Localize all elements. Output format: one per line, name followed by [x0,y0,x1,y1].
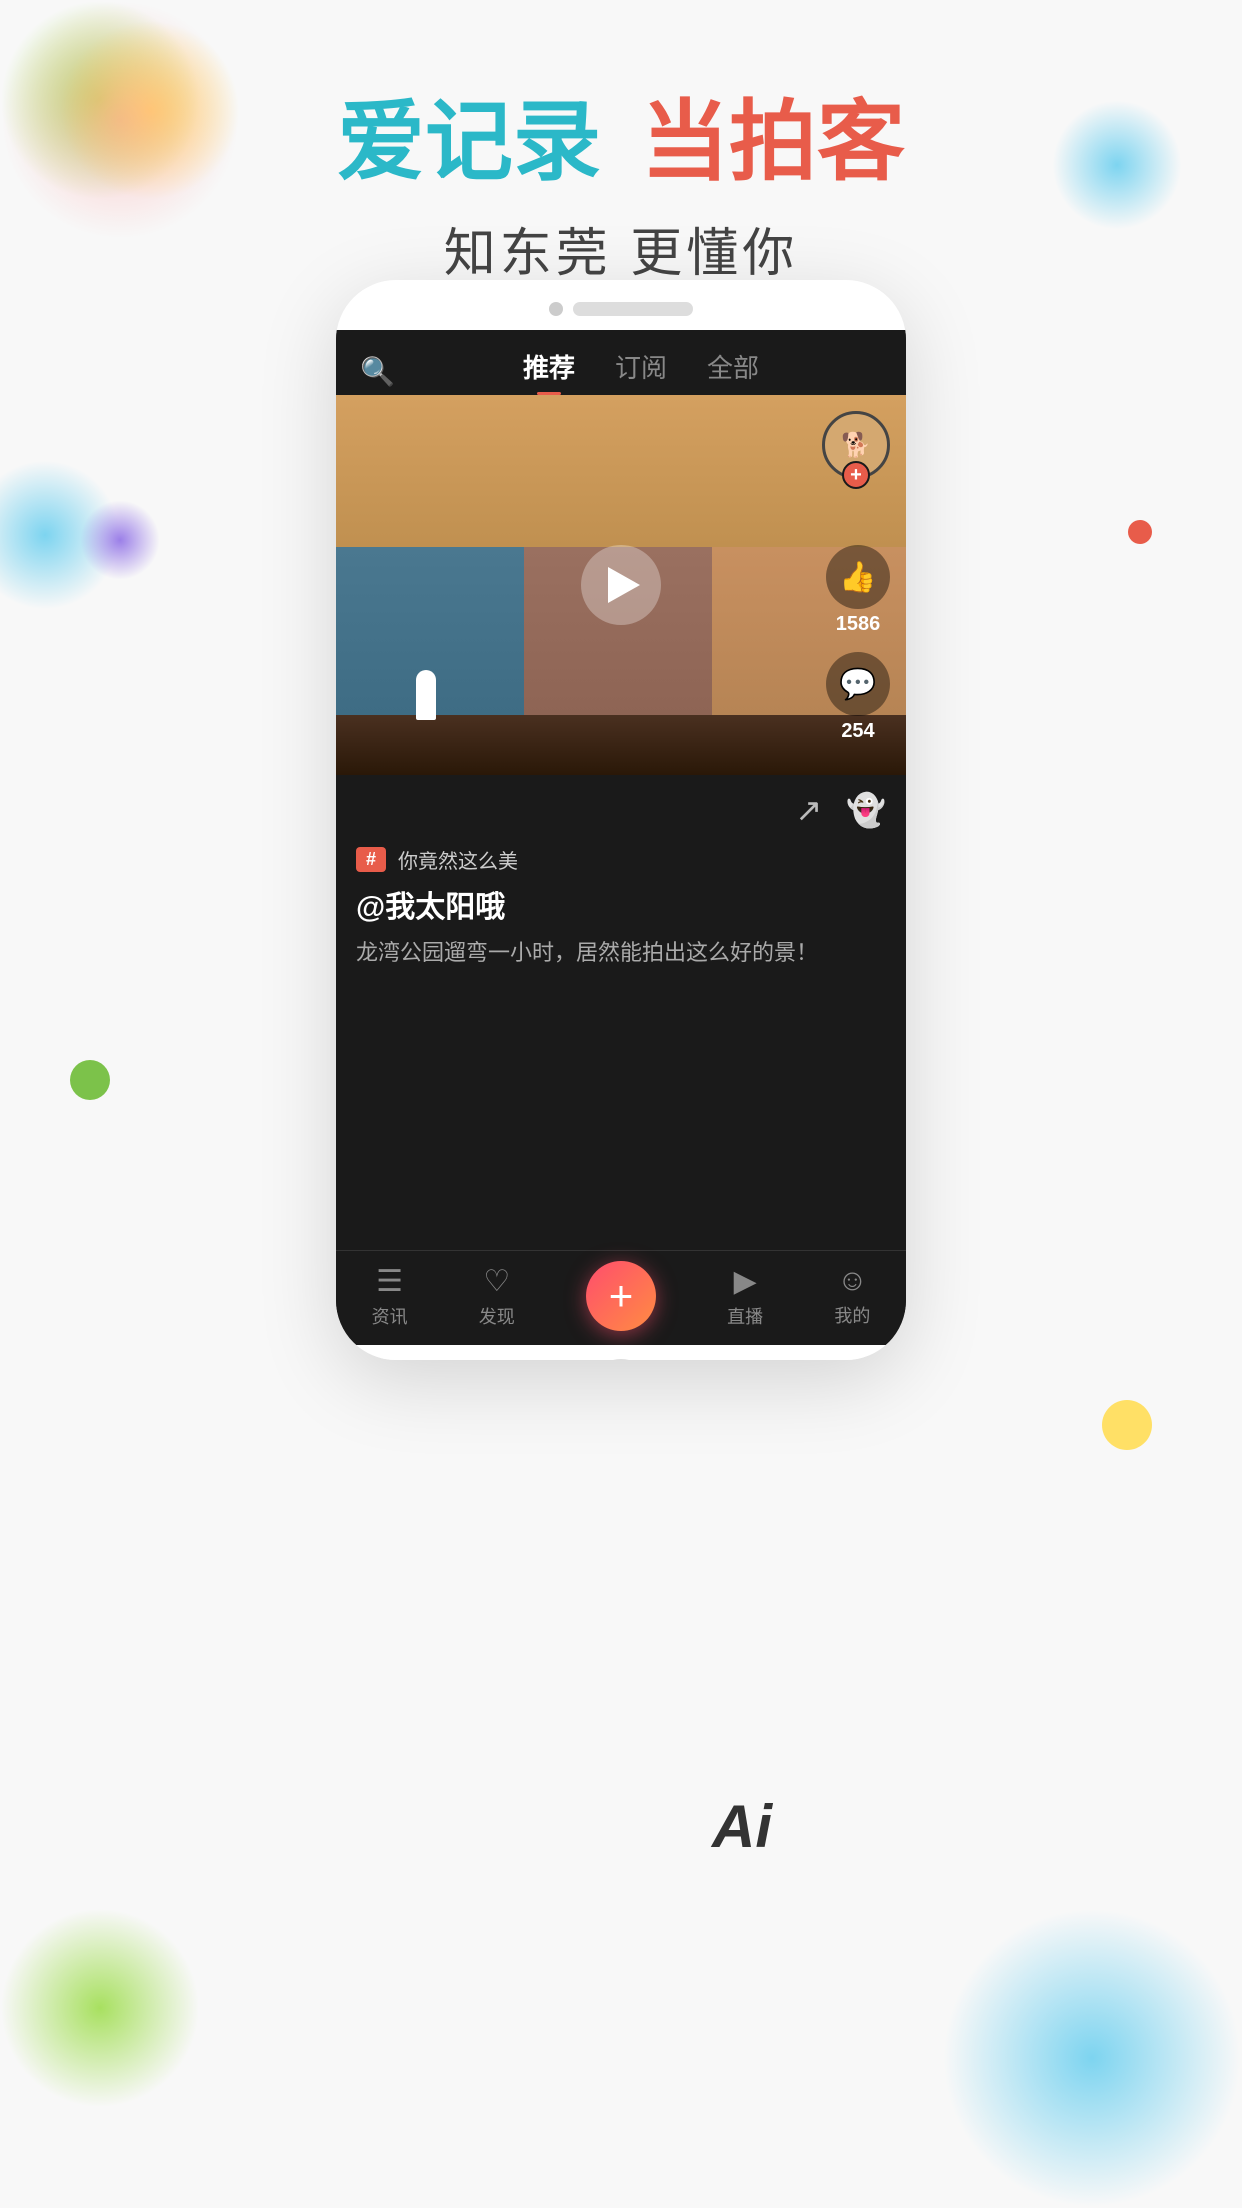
tagline-red: 当拍客 [641,94,905,191]
scene-ground [336,715,906,775]
video-description: 龙湾公园遛弯一小时，居然能拍出这么好的景！ [356,936,886,969]
phone-home-area [336,1345,906,1360]
tagline-blue: 爱记录 [337,94,601,191]
bottom-nav: ☰ 资讯 ♡ 发现 + ▶ 直播 ☺ 我的 [336,1250,906,1345]
like-count: 1586 [836,613,881,636]
like-button[interactable]: 👍 [826,545,890,609]
ghost-button[interactable]: 👻 [846,791,886,829]
top-nav: 🔍 推荐 订阅 全部 [336,330,906,395]
subheadline: 知东莞 更懂你 [444,211,798,286]
profile-icon: ☺ [837,1264,868,1298]
follow-button[interactable]: + [842,461,870,489]
bg-blob-green-mid [70,1060,110,1100]
play-button[interactable] [581,545,661,625]
play-triangle-icon [608,567,640,603]
person-figure [416,670,436,720]
phone-speaker-bar [573,302,693,316]
avatar-container[interactable]: 🐕 + [822,411,890,479]
discover-icon: ♡ [483,1264,510,1299]
avatar-emoji: 🐕 [841,431,871,460]
nav-item-live[interactable]: ▶ 直播 [727,1264,763,1329]
ai-label: Ai [712,1792,772,1861]
live-label: 直播 [727,1303,763,1329]
create-button[interactable]: + [586,1261,656,1331]
user-mention[interactable]: @我太阳哦 [356,882,886,926]
phone-notch [336,280,906,330]
live-icon: ▶ [734,1264,757,1299]
tag-text: 你竟然这么美 [398,845,518,874]
scene-sky [336,395,906,547]
news-label: 资讯 [372,1303,408,1329]
search-icon[interactable]: 🔍 [360,355,400,388]
nav-item-discover[interactable]: ♡ 发现 [479,1264,515,1329]
bg-blob-green-bottom-left [0,1908,200,2108]
tab-all[interactable]: 全部 [707,348,759,395]
video-below: ↗ 👻 # 你竟然这么美 @我太阳哦 龙湾公园遛弯一小时，居然能拍出这么好的景！ [336,775,906,1250]
comment-button[interactable]: 💬 [826,652,890,716]
nav-tabs: 推荐 订阅 全部 [400,348,882,395]
home-button[interactable] [591,1359,651,1360]
action-row: ↗ 👻 [356,791,886,829]
header-section: 爱记录 当拍客 知东莞 更懂你 [0,0,1242,320]
app-content: 🔍 推荐 订阅 全部 [336,330,906,1345]
bg-blob-purple-left [80,500,160,580]
profile-label: 我的 [834,1302,870,1328]
news-icon: ☰ [376,1264,403,1299]
phone-camera-dot [549,302,563,316]
tag-row: # 你竟然这么美 [356,845,886,874]
nav-item-profile[interactable]: ☺ 我的 [834,1264,870,1328]
tab-subscribed[interactable]: 订阅 [615,348,667,395]
video-actions: 👍 1586 💬 254 [826,545,890,755]
bg-blob-blue-bottom-right [942,1908,1242,2208]
hashtag-badge: # [356,847,386,872]
video-area: 🐕 + 👍 1586 💬 254 [336,395,906,775]
headline-row: 爱记录 当拍客 [337,94,905,191]
bg-blob-red-right [1128,520,1152,544]
comment-count: 254 [841,720,874,743]
share-button[interactable]: ↗ [795,791,822,829]
discover-label: 发现 [479,1303,515,1329]
nav-item-news[interactable]: ☰ 资讯 [372,1264,408,1329]
phone-frame: 🔍 推荐 订阅 全部 [336,280,906,1360]
bg-blob-yellow-right [1102,1400,1152,1450]
tab-recommended[interactable]: 推荐 [523,348,575,395]
